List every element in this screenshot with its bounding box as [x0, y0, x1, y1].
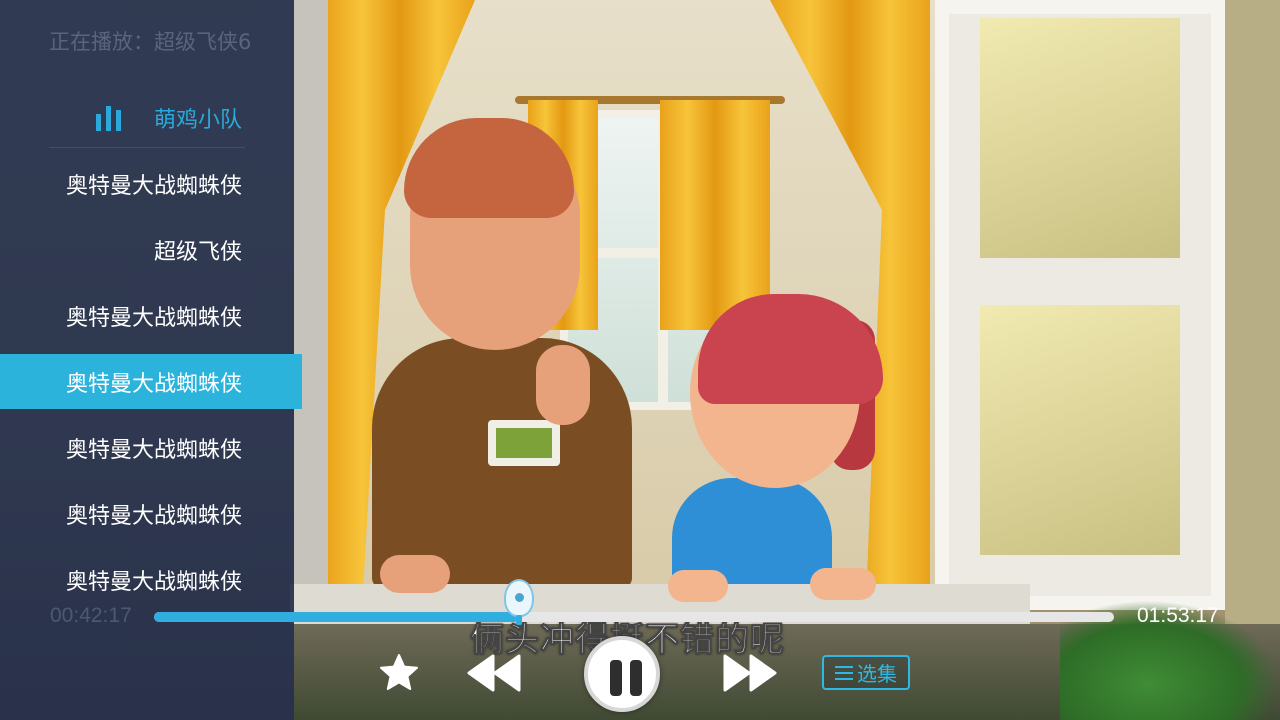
man-character-hand: [380, 555, 450, 593]
total-time: 01:53:17: [1137, 604, 1219, 627]
playlist-item[interactable]: 奥特曼大战蜘蛛侠: [0, 486, 302, 541]
elapsed-time: 00:42:17: [50, 604, 132, 627]
shutter-pane: [980, 305, 1180, 555]
playlist-title[interactable]: 萌鸡小队: [94, 100, 242, 136]
list-icon: [835, 665, 853, 681]
shutter-pane: [980, 18, 1180, 258]
progress-thumb-stem: [515, 615, 522, 625]
progress-fill: [154, 612, 519, 622]
episodes-button[interactable]: 选集: [822, 655, 910, 690]
playlist-item[interactable]: 奥特曼大战蜘蛛侠: [0, 288, 302, 343]
episodes-label: 选集: [857, 662, 897, 686]
star-icon: [380, 654, 418, 690]
playlist-item[interactable]: 超级飞侠: [0, 222, 302, 277]
egg-mascot-icon[interactable]: [502, 579, 536, 625]
girl-character-hand: [668, 570, 728, 602]
background-curtain: [660, 100, 770, 330]
playlist-item[interactable]: 奥特曼大战蜘蛛侠: [0, 420, 302, 475]
fast-forward-icon: [723, 654, 777, 692]
playlist-item-selected[interactable]: 奥特曼大战蜘蛛侠: [0, 354, 302, 409]
rewind-button[interactable]: [466, 652, 522, 694]
divider: [49, 147, 245, 148]
favorite-button[interactable]: [378, 652, 420, 694]
progress-thumb-head: [503, 579, 534, 617]
now-playing-label: 正在播放：超级飞侠6: [49, 30, 252, 54]
fast-forward-button[interactable]: [722, 652, 778, 694]
pause-button[interactable]: [584, 636, 660, 712]
girl-character-hand: [810, 568, 876, 600]
playlist-item[interactable]: 奥特曼大战蜘蛛侠: [0, 552, 302, 607]
progress-bar[interactable]: [154, 612, 1114, 622]
playlist-item[interactable]: 奥特曼大战蜘蛛侠: [0, 156, 302, 211]
shirt-badge: [488, 420, 560, 466]
rewind-icon: [467, 654, 521, 692]
man-character-hand: [536, 345, 590, 425]
